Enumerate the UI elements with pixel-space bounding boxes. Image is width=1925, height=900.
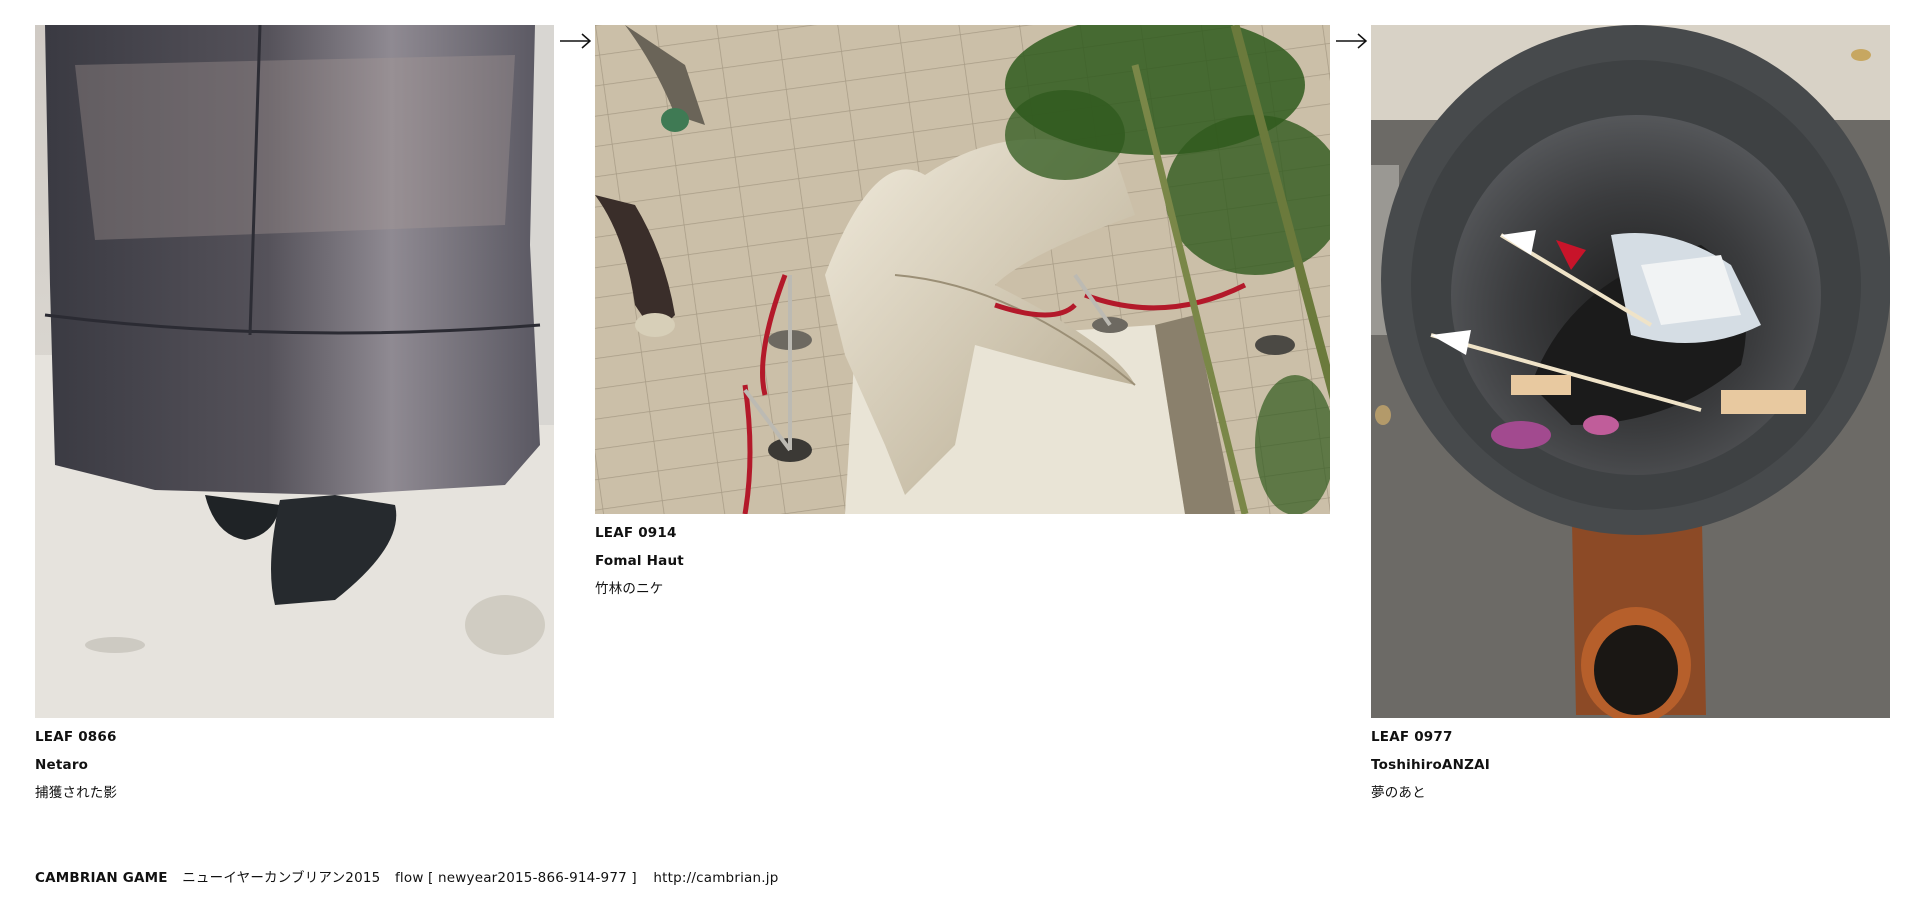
footer-title: CAMBRIAN GAME [35,870,168,886]
right-arrow-icon [560,33,592,49]
footer: CAMBRIAN GAME ニューイヤーカンブリアン2015 flow [ ne… [35,866,778,886]
leaf-code: LEAF 0914 [595,525,677,541]
photo-coat-shadow[interactable] [35,25,554,718]
footer-subtitle: ニューイヤーカンブリアン2015 [182,870,381,886]
leaf-caption-0914: LEAF 0914 Fomal Haut 竹林のニケ [595,519,684,603]
leaf-author[interactable]: Fomal Haut [595,547,684,575]
right-arrow-icon [1336,33,1368,49]
leaf-title: 竹林のニケ [595,581,664,597]
leaf-code: LEAF 0866 [35,729,117,745]
photo-burn-barrel[interactable] [1371,25,1890,718]
leaf-caption-0866: LEAF 0866 Netaro 捕獲された影 [35,723,117,807]
footer-flow: flow [ newyear2015-866-914-977 ] [394,870,637,886]
page: LEAF 0866 Netaro 捕獲された影 LEAF 0914 Fomal … [0,0,1925,900]
leaf-title: 夢のあと [1371,785,1426,801]
photo-winged-statue[interactable] [595,25,1330,514]
leaf-author[interactable]: ToshihiroANZAI [1371,751,1490,779]
leaf-title: 捕獲された影 [35,785,118,801]
leaf-code: LEAF 0977 [1371,729,1453,745]
footer-url-link[interactable]: http://cambrian.jp [653,870,778,886]
leaf-author[interactable]: Netaro [35,751,117,779]
leaf-caption-0977: LEAF 0977 ToshihiroANZAI 夢のあと [1371,723,1490,807]
